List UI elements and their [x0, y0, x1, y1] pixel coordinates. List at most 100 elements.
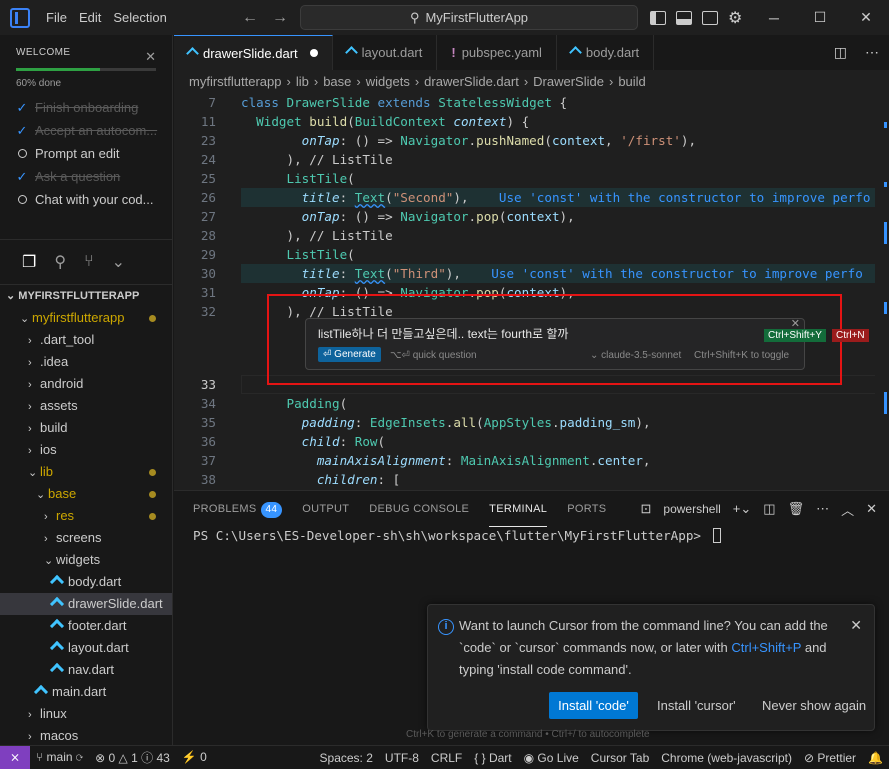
encoding-status[interactable]: UTF-8	[379, 751, 425, 765]
welcome-close-icon[interactable]: ✕	[145, 49, 156, 65]
menu-selection[interactable]: Selection	[107, 0, 172, 35]
device-status[interactable]: Chrome (web-javascript)	[655, 751, 798, 765]
file-item[interactable]: body.dart	[0, 571, 172, 593]
generate-button[interactable]: ⏎ Generate	[318, 347, 381, 362]
code-line[interactable]: 38 children: [	[174, 470, 889, 489]
onboarding-step[interactable]: ✓ Ask a question	[16, 165, 158, 188]
breadcrumb-item[interactable]: build	[618, 74, 645, 89]
folder-item[interactable]: › assets	[0, 395, 172, 417]
maximize-panel-icon[interactable]: ︿	[841, 500, 854, 519]
editor-tab[interactable]: drawerSlide.dart	[174, 35, 333, 70]
breadcrumb-item[interactable]: base	[323, 74, 351, 89]
code-line[interactable]: 7 class DrawerSlide extends StatelessWidg…	[174, 93, 889, 112]
split-terminal-icon[interactable]: ◫	[763, 501, 775, 517]
terminal-output[interactable]: PS C:\Users\ES-Developer-sh\sh\workspace…	[174, 527, 889, 543]
onboarding-step[interactable]: ✓ Accept an autocom...	[16, 119, 158, 142]
editor-tab[interactable]: ! pubspec.yaml	[437, 35, 557, 70]
folder-item[interactable]: › android	[0, 373, 172, 395]
folder-item[interactable]: ⌄ widgets	[0, 549, 172, 571]
quick-question-hint[interactable]: ⌥⏎ quick question	[390, 350, 477, 361]
breadcrumb-item[interactable]: myfirstflutterapp	[189, 74, 281, 89]
language-status[interactable]: { } Dart	[468, 751, 517, 765]
settings-gear-icon[interactable]: ⚙	[728, 8, 742, 28]
unsaved-dot-icon[interactable]	[309, 49, 318, 57]
file-item[interactable]: drawerSlide.dart	[0, 593, 172, 615]
code-line[interactable]: 37 mainAxisAlignment: MainAxisAlignment.…	[174, 451, 889, 470]
folder-item[interactable]: › .dart_tool	[0, 329, 172, 351]
never-show-again-button[interactable]: Never show again	[762, 692, 866, 719]
maximize-icon[interactable]: ☐	[797, 0, 843, 35]
folder-item[interactable]: ⌄ base	[0, 483, 172, 505]
toggle-secondary-sidebar-icon[interactable]	[702, 10, 718, 25]
code-line[interactable]: 28 ), // ListTile	[174, 226, 889, 245]
notifications-bell-icon[interactable]: 🔔	[862, 751, 889, 765]
inline-prompt-text[interactable]: listTile하나 더 만들고싶은데.. text는 fourth로 할까	[318, 325, 792, 342]
code-line[interactable]: 29 ListTile(	[174, 245, 889, 264]
tab-debug-console[interactable]: DEBUG CONSOLE	[369, 491, 469, 527]
folder-item[interactable]: › linux	[0, 703, 172, 725]
minimize-icon[interactable]: ─	[751, 0, 797, 35]
explorer-icon[interactable]: ❐	[22, 252, 36, 272]
code-line[interactable]: 11 Widget build(BuildContext context) {	[174, 112, 889, 131]
folder-item[interactable]: › res	[0, 505, 172, 527]
accept-key-badge[interactable]: Ctrl+Shift+Y	[764, 329, 826, 342]
install-cursor-button[interactable]: Install 'cursor'	[657, 692, 736, 719]
tab-output[interactable]: OUTPUT	[302, 491, 349, 527]
onboarding-step[interactable]: Prompt an edit	[16, 142, 158, 165]
folder-item[interactable]: ⌄ myfirstflutterapp	[0, 307, 172, 329]
onboarding-step[interactable]: ✓ Finish onboarding	[16, 96, 158, 119]
menu-file[interactable]: File	[40, 0, 73, 35]
close-icon[interactable]: ✕	[843, 0, 889, 35]
go-live-status[interactable]: ◉ Go Live	[518, 751, 585, 765]
breadcrumb-item[interactable]: lib	[296, 74, 309, 89]
ports-status[interactable]: ⚡ 0	[176, 750, 213, 764]
more-actions-icon[interactable]: ⋯	[865, 44, 879, 61]
file-item[interactable]: nav.dart	[0, 659, 172, 681]
code-editor[interactable]: 7 class DrawerSlide extends StatelessWidg…	[174, 92, 889, 490]
menu-edit[interactable]: Edit	[73, 0, 107, 35]
remote-icon[interactable]: ⨯	[0, 745, 30, 769]
search-view-icon[interactable]: ⚲	[54, 252, 66, 272]
cursor-tab-status[interactable]: Cursor Tab	[585, 751, 655, 765]
command-center-search[interactable]: ⚲ MyFirstFlutterApp	[300, 5, 638, 30]
reject-key-badge[interactable]: Ctrl+N	[832, 329, 869, 342]
file-item[interactable]: footer.dart	[0, 615, 172, 637]
toggle-panel-icon[interactable]	[676, 10, 692, 25]
explorer-root[interactable]: ⌄ MYFIRSTFLUTTERAPP	[0, 285, 172, 307]
folder-item[interactable]: › screens	[0, 527, 172, 549]
editor-tab[interactable]: layout.dart	[332, 35, 438, 70]
code-line[interactable]: 23 onTap: () => Navigator.pushNamed(cont…	[174, 131, 889, 150]
tab-problems[interactable]: PROBLEMS 44	[193, 491, 283, 527]
folder-item[interactable]: ⌄ lib	[0, 461, 172, 483]
file-item[interactable]: main.dart	[0, 681, 172, 703]
breadcrumb-item[interactable]: widgets	[366, 74, 410, 89]
install-code-button[interactable]: Install 'code'	[549, 692, 638, 719]
indentation-status[interactable]: Spaces: 2	[314, 751, 379, 765]
code-line[interactable]: 25 ListTile(	[174, 169, 889, 188]
file-item[interactable]: layout.dart	[0, 637, 172, 659]
folder-item[interactable]: › macos	[0, 725, 172, 747]
breadcrumb-item[interactable]: DrawerSlide	[533, 74, 604, 89]
model-selector[interactable]: ⌄ claude-3.5-sonnet	[590, 350, 681, 361]
back-arrow-icon[interactable]: ←	[242, 9, 258, 27]
more-actions-icon[interactable]: ⋯	[816, 501, 829, 517]
eol-status[interactable]: CRLF	[425, 751, 468, 765]
tab-terminal[interactable]: TERMINAL	[489, 491, 548, 527]
toggle-sidebar-icon[interactable]	[650, 10, 666, 25]
close-panel-icon[interactable]: ✕	[866, 501, 877, 517]
code-line[interactable]: 24 ), // ListTile	[174, 150, 889, 169]
folder-item[interactable]: › ios	[0, 439, 172, 461]
problems-status[interactable]: ⊗ 0 △ 1 ⓘ 43	[89, 749, 176, 766]
branch-status[interactable]: ⑂ main ⟳	[30, 750, 89, 764]
tab-ports[interactable]: PORTS	[567, 491, 606, 527]
folder-item[interactable]: › build	[0, 417, 172, 439]
source-control-icon[interactable]: ⑂	[84, 253, 94, 271]
breadcrumb-item[interactable]: drawerSlide.dart	[424, 74, 519, 89]
notification-shortcut-link[interactable]: Ctrl+Shift+P	[731, 640, 801, 655]
onboarding-step[interactable]: Chat with your cod...	[16, 188, 158, 211]
code-line[interactable]: 27 onTap: () => Navigator.pop(context),	[174, 207, 889, 226]
code-line[interactable]: 35 padding: EdgeInsets.all(AppStyles.pad…	[174, 413, 889, 432]
chevron-down-icon[interactable]: ⌄	[112, 252, 125, 272]
split-editor-icon[interactable]: ◫	[834, 44, 847, 61]
code-line[interactable]: 30 title: Text("Third"), Use 'const' wit…	[174, 264, 889, 283]
